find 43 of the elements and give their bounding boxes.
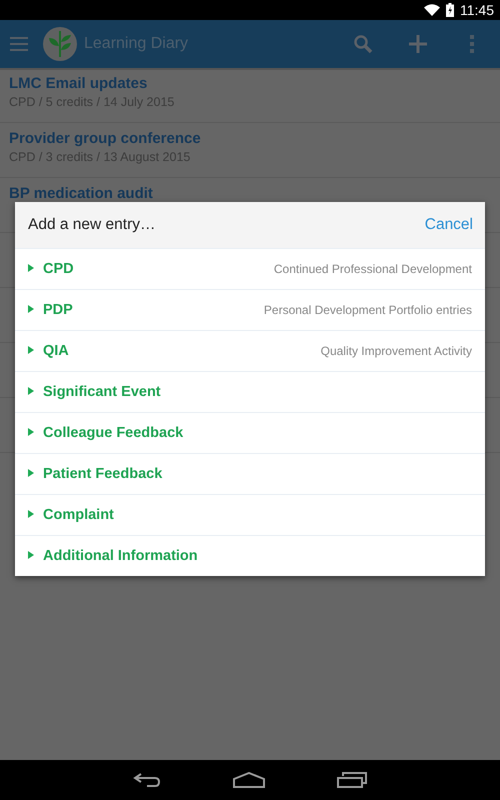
- entry-type-option[interactable]: QIA Quality Improvement Activity: [15, 330, 485, 371]
- option-label: Complaint: [43, 507, 115, 523]
- option-description: Personal Development Portfolio entries: [264, 303, 472, 317]
- entry-type-option[interactable]: Additional Information: [15, 535, 485, 576]
- triangle-icon: [28, 428, 34, 436]
- entry-title[interactable]: LMC Email updates: [9, 75, 148, 92]
- add-icon[interactable]: [409, 35, 427, 53]
- option-label: Patient Feedback: [43, 466, 164, 482]
- triangle-icon: [28, 468, 34, 476]
- option-label: CPD: [43, 261, 75, 277]
- triangle-icon: [28, 386, 34, 394]
- entry-type-option[interactable]: Complaint: [15, 494, 485, 535]
- entry-type-option[interactable]: Colleague Feedback: [15, 412, 485, 453]
- search-icon[interactable]: [353, 34, 373, 54]
- entry-title[interactable]: BP medication audit: [9, 185, 153, 202]
- triangle-icon: [28, 304, 34, 312]
- home-icon[interactable]: [233, 772, 265, 788]
- triangle-icon: [28, 264, 34, 272]
- entry-type-option[interactable]: CPD Continued Professional Development: [15, 248, 485, 289]
- option-label: PDP: [43, 302, 74, 318]
- option-label: QIA: [43, 343, 70, 359]
- triangle-icon: [28, 510, 34, 518]
- plant-logo-icon[interactable]: [42, 26, 78, 62]
- entry-type-option[interactable]: PDP Personal Development Portfolio entries: [15, 289, 485, 330]
- option-label: Colleague Feedback: [43, 425, 184, 441]
- entry-type-option[interactable]: Patient Feedback: [15, 453, 485, 494]
- overflow-menu-icon[interactable]: [470, 35, 474, 53]
- option-label: Significant Event: [43, 384, 162, 400]
- back-icon[interactable]: [133, 772, 161, 788]
- option-description: Quality Improvement Activity: [320, 344, 472, 358]
- menu-icon[interactable]: [10, 37, 28, 51]
- dialog-title: Add a new entry…: [28, 216, 156, 234]
- entry-type-option[interactable]: Significant Event: [15, 371, 485, 412]
- option-label: Additional Information: [43, 548, 199, 564]
- triangle-icon: [28, 550, 34, 558]
- status-time: 11:45: [460, 2, 494, 18]
- cancel-button[interactable]: Cancel: [424, 216, 473, 234]
- entry-title[interactable]: Provider group conference: [9, 130, 201, 147]
- recent-apps-icon[interactable]: [337, 772, 367, 788]
- wifi-icon: [424, 4, 440, 16]
- triangle-icon: [28, 346, 34, 354]
- battery-icon: [446, 3, 454, 17]
- option-description: Continued Professional Development: [274, 262, 472, 276]
